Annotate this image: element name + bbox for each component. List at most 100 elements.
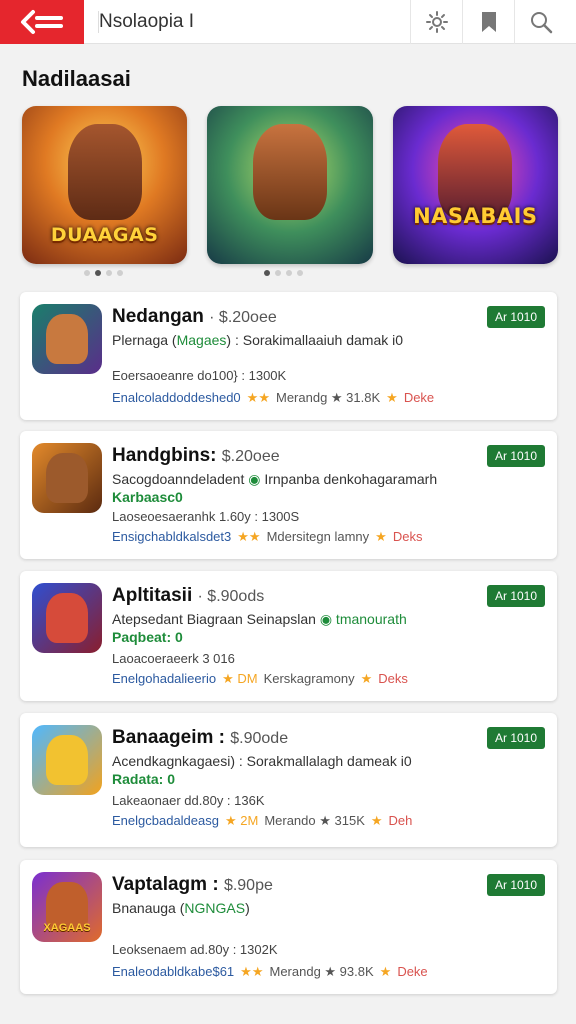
game-character-art xyxy=(252,124,327,220)
desc-text: ) xyxy=(245,900,250,916)
desc-text: ) : Sorakmallalagh dameak i0 xyxy=(230,753,412,769)
top-bar: Nsolaopia I xyxy=(0,0,576,44)
app-name: Apltitasii xyxy=(112,585,193,606)
featured-title: Nadilaasai xyxy=(22,66,131,91)
review-count: Merandg ★ 93.8K xyxy=(269,964,374,979)
featured-card[interactable]: DUAAGAS xyxy=(22,106,188,264)
star-icon: ★ xyxy=(379,964,392,979)
app-name-row: Banaageim : $.90ode xyxy=(112,727,288,749)
install-button[interactable]: Ar 1010 xyxy=(487,445,545,467)
app-icon xyxy=(32,304,102,374)
developer-link[interactable]: Enalcoladdoddeshed0 xyxy=(112,390,241,406)
install-button[interactable]: Ar 1010 xyxy=(487,874,545,896)
review-count: Merando ★ 315K xyxy=(264,813,365,828)
developer-link[interactable]: Ensigchabldkalsdet3 xyxy=(112,529,231,545)
app-list-item[interactable]: XAGAAS Vaptalagm : $.90pe Bnanauga (NGNG… xyxy=(20,860,557,994)
install-button[interactable]: Ar 1010 xyxy=(487,727,545,749)
app-description: Atepsedant Biagraan Seinapslan ◉ tmanour… xyxy=(112,611,407,628)
app-price: $.90pe xyxy=(223,877,273,894)
bookmark-icon xyxy=(481,11,496,32)
app-price: $.90ode xyxy=(230,730,289,747)
review-count: Merandg ★ 31.8K xyxy=(275,390,381,405)
rating-stars: ★★ xyxy=(240,964,264,979)
desc-text: Acendkagnkagaesi xyxy=(112,753,231,769)
app-name-row: Handgbins: $.20oee xyxy=(112,445,280,467)
install-button[interactable]: Ar 1010 xyxy=(487,306,545,328)
app-icon: XAGAAS xyxy=(32,872,102,942)
app-icon xyxy=(32,725,102,795)
featured-carousel: DUAAGAS NASABAIS xyxy=(22,106,558,266)
bookmark-button[interactable] xyxy=(462,0,514,44)
star-icon: ★ xyxy=(375,529,387,544)
featured-card[interactable] xyxy=(207,106,373,264)
desc-highlight: ◉ xyxy=(248,471,261,487)
app-list-item[interactable]: Banaageim : $.90ode Acendkagnkagaesi) : … xyxy=(20,713,557,847)
install-button[interactable]: Ar 1010 xyxy=(487,585,545,607)
developer-link[interactable]: Enelgohadalieerio xyxy=(112,671,216,687)
app-stats: Ensigchabldkalsdet3 ★★ Mdersitegn lamny … xyxy=(112,529,422,545)
app-meta: Laoseoesaeranhk 1.60y : 1300S xyxy=(112,509,300,524)
rating-stars: ★ 2M xyxy=(224,813,259,828)
carousel-dot[interactable] xyxy=(275,270,281,276)
developer-link[interactable]: Enelgcbadaldeasg xyxy=(112,813,219,829)
carousel-dots xyxy=(264,270,303,278)
desc-text: Irnpanba denkohagaramarh xyxy=(260,471,438,487)
app-price: $.20oee xyxy=(221,448,280,465)
app-description: Sacogdoanndeladent ◉ Irnpanba denkohagar… xyxy=(112,471,437,488)
carousel-dot[interactable] xyxy=(106,270,112,276)
carousel-dot[interactable] xyxy=(84,270,90,276)
app-title: Nsolaopia I xyxy=(98,10,410,33)
app-list-item[interactable]: Nedangan · $.20oee Plernaga (Magaes) : S… xyxy=(20,292,557,420)
desc-text: Atepsedant Biagraan Seinapslan xyxy=(112,611,320,627)
rating-stars: ★★ xyxy=(237,529,261,544)
carousel-dot[interactable] xyxy=(117,270,123,276)
search-button[interactable] xyxy=(514,0,566,44)
star-icon: ★ xyxy=(360,671,373,686)
carousel-dot[interactable] xyxy=(286,270,292,276)
app-icon xyxy=(32,583,102,653)
app-name-row: Vaptalagm : $.90pe xyxy=(112,874,273,896)
app-subtitle: Paqbeat: 0 xyxy=(112,629,183,645)
rating-stars: ★★ xyxy=(246,390,270,405)
desc-highlight: Magaes xyxy=(176,332,227,348)
app-name: Banaageim : xyxy=(112,727,225,748)
category-label: Deks xyxy=(392,529,423,544)
app-price: · $.20oee xyxy=(209,309,277,326)
app-stats: Enalcoladdoddeshed0 ★★ Merandg ★ 31.8K ★… xyxy=(112,390,434,406)
app-meta: Leoksenaem ad.80y : 1302K xyxy=(112,942,278,957)
app-description: Bnanauga (NGNGAS) xyxy=(112,900,250,916)
carousel-dot[interactable] xyxy=(297,270,303,276)
category-label: Deke xyxy=(397,964,428,979)
app-subtitle: Karbaasc0 xyxy=(112,489,183,505)
rating-stars: ★ DM xyxy=(222,671,258,686)
game-character-art xyxy=(67,124,142,220)
carousel-dot[interactable] xyxy=(95,270,101,276)
desc-text: Bnanauga ( xyxy=(112,900,185,916)
desc-text: Plernaga ( xyxy=(112,332,177,348)
carousel-dot[interactable] xyxy=(264,270,270,276)
app-stats: Enaleodabldkabe$61 ★★ Merandg ★ 93.8K ★ D… xyxy=(112,964,428,980)
game-logo: DUAAGAS xyxy=(50,224,159,246)
app-icon-label: XAGAAS xyxy=(43,922,91,934)
back-button[interactable] xyxy=(0,0,84,44)
app-meta: Lakeaonaer dd.80y : 136K xyxy=(112,793,265,808)
app-meta: Laoacoeraeerk 3 016 xyxy=(112,651,235,666)
app-icon xyxy=(32,443,102,513)
featured-card[interactable]: NASABAIS xyxy=(392,106,558,264)
back-arrow-icon xyxy=(21,9,63,34)
developer-link[interactable]: Enaleodabldkabe$61 xyxy=(112,964,234,980)
game-logo: NASABAIS xyxy=(413,204,538,228)
search-icon xyxy=(530,11,552,33)
app-name: Handgbins: xyxy=(112,445,217,466)
app-list-item[interactable]: Apltitasii · $.90ods Atepsedant Biagraan… xyxy=(20,571,557,701)
desc-text: Sacogdoanndeladent xyxy=(112,471,249,487)
carousel-dots xyxy=(84,270,123,278)
app-meta: Eoersaoeanre do100} : 1300K xyxy=(112,368,287,383)
app-name: Nedangan xyxy=(112,306,204,327)
app-list-item[interactable]: Handgbins: $.20oee Sacogdoanndeladent ◉ … xyxy=(20,431,557,559)
app-stats: Enelgcbadaldeasg ★ 2M Merando ★ 315K ★ De… xyxy=(112,813,412,829)
app-description: Plernaga (Magaes) : Sorakimallaaiuh dama… xyxy=(112,332,403,348)
desc-highlight: ◉ tmanourath xyxy=(319,611,407,627)
settings-button[interactable] xyxy=(410,0,462,44)
category-label: Deh xyxy=(388,813,413,828)
